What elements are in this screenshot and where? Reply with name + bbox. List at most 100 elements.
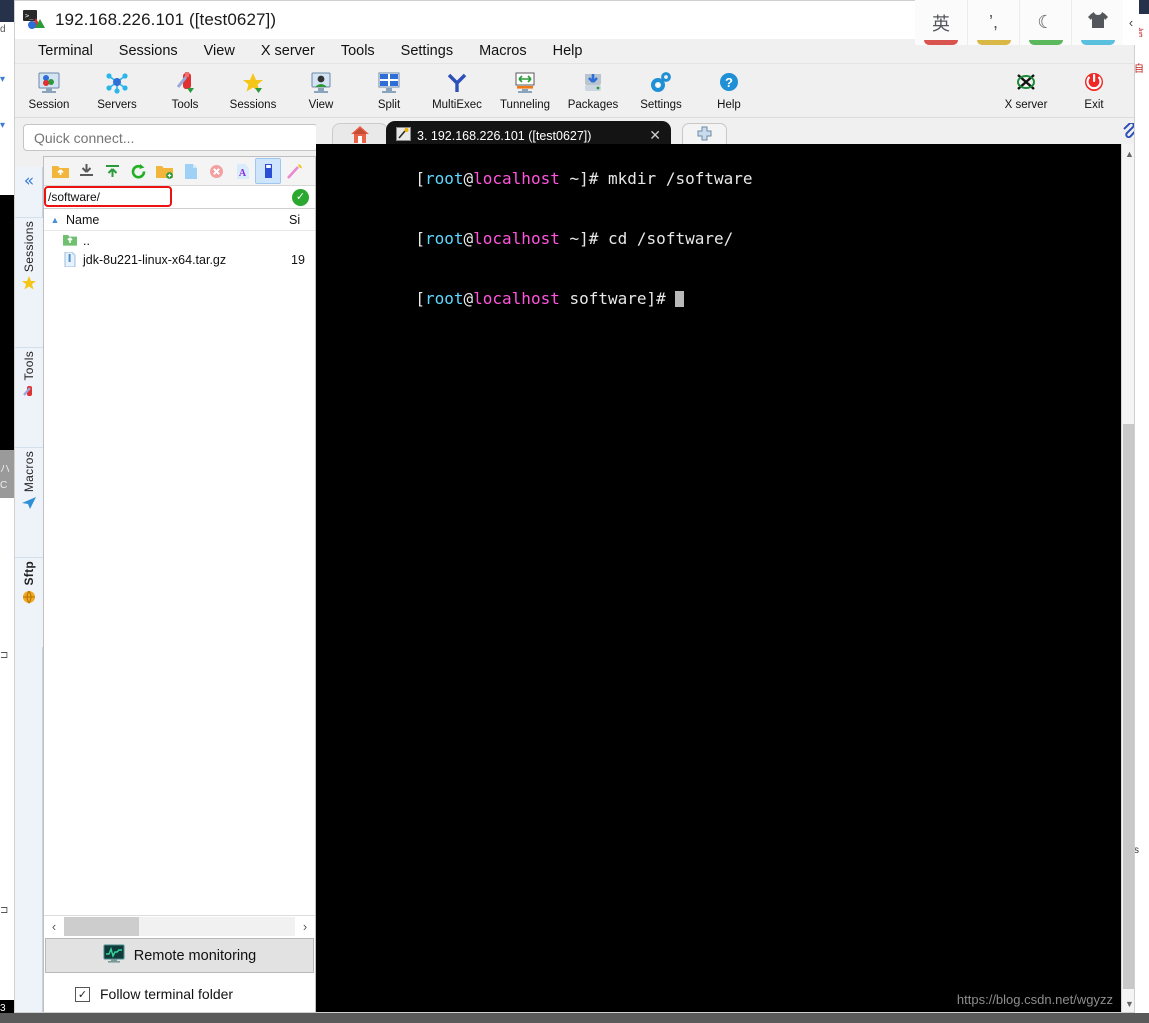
session-icon xyxy=(36,68,62,98)
sidebar-item-tools[interactable]: Tools xyxy=(15,347,43,447)
follow-terminal-folder-checkbox[interactable]: ✓ xyxy=(75,986,90,1002)
remote-monitoring-button[interactable]: Remote monitoring xyxy=(45,938,314,973)
list-item[interactable]: jdk-8u221-linux-x64.tar.gz 19 xyxy=(44,250,315,269)
toolbar-button-servers[interactable]: Servers xyxy=(83,66,151,111)
paperclip-icon[interactable] xyxy=(1122,118,1134,142)
menu-terminal[interactable]: Terminal xyxy=(25,41,106,61)
svg-text:A: A xyxy=(238,168,246,179)
xserver-icon xyxy=(1012,68,1040,98)
refresh-icon[interactable] xyxy=(125,158,151,184)
svg-text:?: ? xyxy=(725,75,733,90)
download-icon[interactable] xyxy=(73,158,99,184)
toolbar-label-packages: Packages xyxy=(567,99,619,111)
toolbar-button-exit[interactable]: Exit xyxy=(1060,66,1128,111)
ime-button-skin[interactable] xyxy=(1071,0,1123,45)
toolbar-right-group: X server Exit xyxy=(992,66,1128,111)
sftp-path-value[interactable]: /software/ xyxy=(44,190,292,204)
new-folder-icon[interactable] xyxy=(151,158,177,184)
main-toolbar: Session Servers Tools Sessions View Spli… xyxy=(15,64,1134,118)
toolbar-button-settings[interactable]: Settings xyxy=(627,66,695,111)
list-item[interactable]: .. xyxy=(44,231,315,250)
toolbar-button-tunneling[interactable]: Tunneling xyxy=(491,66,559,111)
file-properties-icon[interactable] xyxy=(255,158,281,184)
tools-icon xyxy=(172,68,198,98)
prompt-host: localhost xyxy=(473,289,560,308)
parent-folder-icon[interactable] xyxy=(47,158,73,184)
toolbar-label-session: Session xyxy=(28,99,70,111)
hscroll-thumb[interactable] xyxy=(64,916,139,936)
terminal-area: 3. 192.168.226.101 ([test0627]) ✕ [root@… xyxy=(316,118,1134,1012)
file-size: 19 xyxy=(291,252,305,267)
ime-glyph-punctuation: ’, xyxy=(989,12,998,32)
ime-underline-punctuation xyxy=(977,40,1011,45)
window-title: 192.168.226.101 ([test0627]) xyxy=(55,10,277,29)
new-file-icon[interactable] xyxy=(177,158,203,184)
ime-button-moon[interactable]: ☾ xyxy=(1019,0,1071,45)
sidebar-item-macros[interactable]: Macros xyxy=(15,447,43,557)
sidebar-item-sessions[interactable]: Sessions xyxy=(15,217,43,347)
prompt-bracket: [ xyxy=(415,289,425,308)
file-list-header: ▲ Name Si xyxy=(44,209,315,231)
left-vertical-strip: « Sessions Tools Macros Sftp xyxy=(15,167,43,1012)
toolbar-button-multiexec[interactable]: MultiExec xyxy=(423,66,491,111)
toolbar-button-xserver[interactable]: X server xyxy=(992,66,1060,111)
upload-icon[interactable] xyxy=(99,158,125,184)
terminal-vertical-scrollbar[interactable]: ▲ ▼ xyxy=(1121,144,1134,1012)
hscroll-track[interactable] xyxy=(64,916,295,936)
prompt-user: root xyxy=(424,169,464,188)
watermark-text: https://blog.csdn.net/wgyzz xyxy=(956,992,1113,1007)
background-left-bleed: d ▾ ▾ ハ C ⊐ ⊐ 3 xyxy=(0,0,14,1023)
sidebar-label-sftp: Sftp xyxy=(22,561,36,586)
menu-view[interactable]: View xyxy=(191,41,248,61)
double-chevron-left-icon[interactable]: « xyxy=(19,171,39,191)
toolbar-button-tools[interactable]: Tools xyxy=(151,66,219,111)
ime-collapse-button[interactable]: ‹ xyxy=(1123,0,1139,45)
menu-macros[interactable]: Macros xyxy=(466,41,540,61)
vscroll-thumb[interactable] xyxy=(1123,424,1134,989)
ime-floating-toolbar: 英 ’, ☾ ‹ xyxy=(915,0,1139,45)
close-icon[interactable]: ✕ xyxy=(649,127,661,144)
scroll-right-arrow-icon[interactable]: › xyxy=(295,919,315,934)
view-icon xyxy=(308,68,334,98)
file-name: .. xyxy=(83,233,90,248)
rename-icon[interactable]: A xyxy=(229,158,255,184)
toolbar-label-servers: Servers xyxy=(97,99,137,111)
follow-terminal-folder-row[interactable]: ✓ Follow terminal folder xyxy=(45,979,314,1009)
scroll-down-arrow-icon[interactable]: ▼ xyxy=(1122,996,1134,1012)
follow-terminal-folder-label: Follow terminal folder xyxy=(100,986,234,1002)
menu-help[interactable]: Help xyxy=(540,41,596,61)
column-header-name[interactable]: Name xyxy=(66,213,289,227)
toolbar-label-help: Help xyxy=(717,99,741,111)
sidebar-label-macros: Macros xyxy=(22,451,36,493)
toolbar-button-session[interactable]: Session xyxy=(15,66,83,111)
sftp-toolbar: A xyxy=(44,157,315,186)
terminal-command: mkdir /software xyxy=(608,169,753,188)
sftp-path-row: /software/ ✓ xyxy=(44,186,315,209)
quick-connect-input[interactable] xyxy=(23,124,318,151)
menu-tools[interactable]: Tools xyxy=(328,41,388,61)
sort-ascending-icon[interactable]: ▲ xyxy=(44,215,66,225)
column-header-size[interactable]: Si xyxy=(289,213,315,227)
toolbar-button-packages[interactable]: Packages xyxy=(559,66,627,111)
terminal-line: [root@localhost software]# xyxy=(319,269,1121,329)
toolbar-button-help[interactable]: ? Help xyxy=(695,66,763,111)
file-list-horizontal-scrollbar[interactable]: ‹ › xyxy=(44,915,315,936)
toolbar-button-split[interactable]: Split xyxy=(355,66,423,111)
terminal-output[interactable]: [root@localhost ~]# mkdir /software [roo… xyxy=(316,144,1121,1012)
terminal-command: cd /software/ xyxy=(608,229,734,248)
menu-x-server[interactable]: X server xyxy=(248,41,328,61)
ime-button-english[interactable]: 英 xyxy=(915,0,967,45)
sidebar-item-sftp[interactable]: Sftp xyxy=(15,557,43,647)
scroll-up-arrow-icon[interactable]: ▲ xyxy=(1122,146,1134,162)
monitor-graph-icon xyxy=(103,944,125,967)
delete-icon[interactable] xyxy=(203,158,229,184)
ime-button-punctuation[interactable]: ’, xyxy=(967,0,1019,45)
settings-gear-icon xyxy=(648,68,674,98)
prompt-at: @ xyxy=(463,169,474,188)
scroll-left-arrow-icon[interactable]: ‹ xyxy=(44,919,64,934)
edit-wand-icon[interactable] xyxy=(281,158,307,184)
menu-settings[interactable]: Settings xyxy=(388,41,466,61)
menu-sessions[interactable]: Sessions xyxy=(106,41,191,61)
toolbar-button-view[interactable]: View xyxy=(287,66,355,111)
toolbar-button-sessions[interactable]: Sessions xyxy=(219,66,287,111)
